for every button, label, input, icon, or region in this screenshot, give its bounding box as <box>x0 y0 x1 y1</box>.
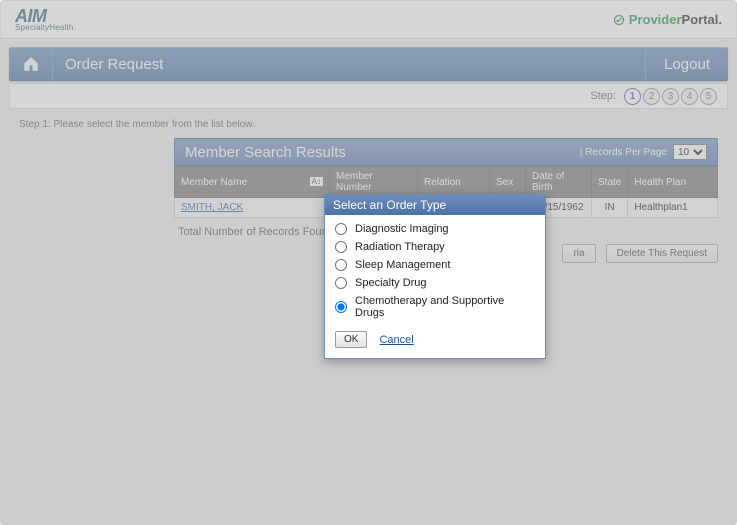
order-type-label: Diagnostic Imaging <box>355 223 449 235</box>
cancel-link[interactable]: Cancel <box>379 334 413 346</box>
modal-options: Diagnostic Imaging Radiation Therapy Sleep… <box>325 215 545 325</box>
order-type-option[interactable]: Radiation Therapy <box>335 241 535 253</box>
order-type-radio[interactable] <box>335 301 347 313</box>
order-type-modal: Select an Order Type Diagnostic Imaging R… <box>324 194 546 359</box>
order-type-radio[interactable] <box>335 241 347 253</box>
modal-actions: OK Cancel <box>325 325 545 358</box>
order-type-label: Sleep Management <box>355 259 450 271</box>
order-type-label: Chemotherapy and Supportive Drugs <box>355 295 535 319</box>
order-type-option[interactable]: Sleep Management <box>335 259 535 271</box>
order-type-option[interactable]: Specialty Drug <box>335 277 535 289</box>
app-viewport: AIM SpecialtyHealth. ProviderPortal. Ord… <box>0 0 737 525</box>
order-type-radio[interactable] <box>335 259 347 271</box>
order-type-label: Radiation Therapy <box>355 241 445 253</box>
order-type-label: Specialty Drug <box>355 277 427 289</box>
order-type-option[interactable]: Diagnostic Imaging <box>335 223 535 235</box>
order-type-radio[interactable] <box>335 277 347 289</box>
order-type-radio[interactable] <box>335 223 347 235</box>
ok-button[interactable]: OK <box>335 331 367 348</box>
order-type-option[interactable]: Chemotherapy and Supportive Drugs <box>335 295 535 319</box>
modal-title: Select an Order Type <box>325 195 545 215</box>
